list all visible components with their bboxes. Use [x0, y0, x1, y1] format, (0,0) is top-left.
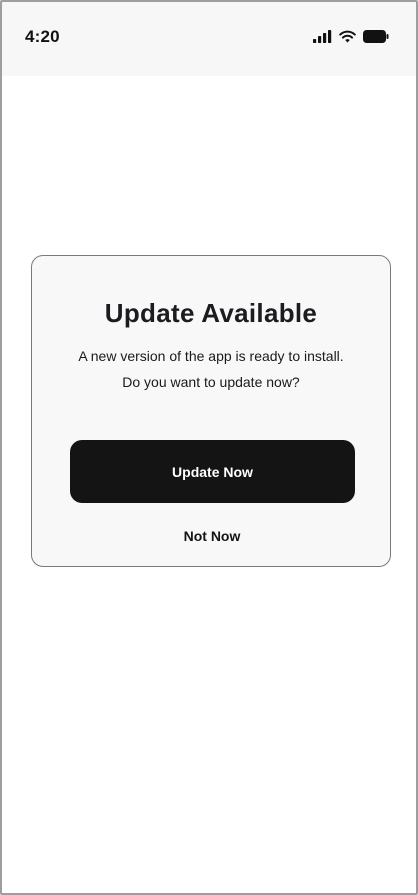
dialog-message-line-2: Do you want to update now?: [122, 374, 300, 390]
status-icons: [313, 29, 389, 43]
status-bar: 4:20: [2, 2, 416, 76]
battery-icon: [363, 30, 389, 43]
dialog-message-line-1: A new version of the app is ready to ins…: [78, 348, 344, 364]
phone-screen: 4:20 Update Available A new version of t…: [0, 0, 418, 895]
wifi-icon: [339, 30, 356, 43]
update-now-button[interactable]: Update Now: [70, 440, 355, 503]
dialog-title: Update Available: [104, 298, 318, 328]
update-dialog: Update Available A new version of the ap…: [31, 255, 391, 567]
status-time: 4:20: [25, 27, 60, 46]
cellular-signal-icon: [313, 30, 332, 43]
dialog-message: A new version of the app is ready to ins…: [32, 343, 390, 395]
not-now-button[interactable]: Not Now: [142, 524, 282, 548]
